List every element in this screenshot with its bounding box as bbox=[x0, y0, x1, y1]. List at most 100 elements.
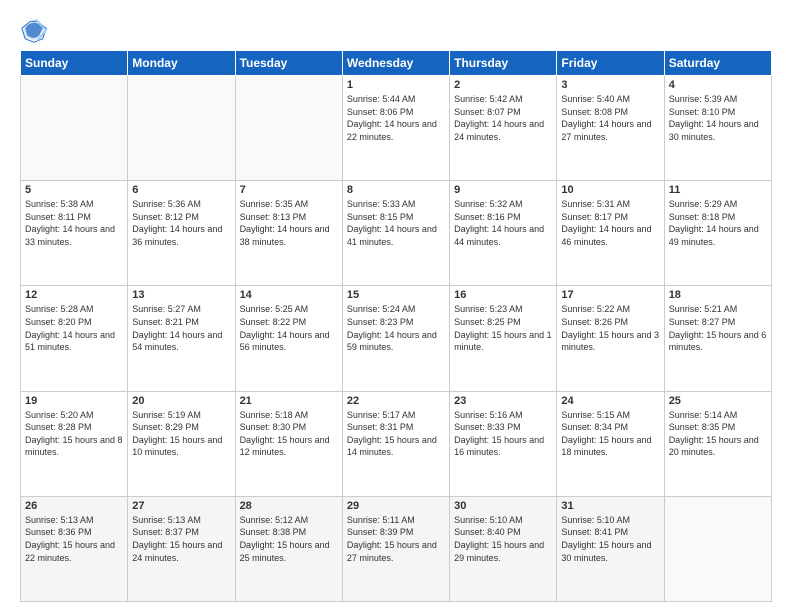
calendar-week-row: 12 Sunrise: 5:28 AMSunset: 8:20 PMDayligh… bbox=[21, 286, 772, 391]
calendar-cell: 9 Sunrise: 5:32 AMSunset: 8:16 PMDaylight… bbox=[450, 181, 557, 286]
day-number: 29 bbox=[347, 500, 445, 512]
day-number: 23 bbox=[454, 395, 552, 407]
calendar-header-sunday: Sunday bbox=[21, 51, 128, 76]
calendar-cell: 6 Sunrise: 5:36 AMSunset: 8:12 PMDaylight… bbox=[128, 181, 235, 286]
calendar-cell: 30 Sunrise: 5:10 AMSunset: 8:40 PMDayligh… bbox=[450, 496, 557, 601]
calendar-cell: 11 Sunrise: 5:29 AMSunset: 8:18 PMDayligh… bbox=[664, 181, 771, 286]
calendar-cell bbox=[21, 76, 128, 181]
day-number: 15 bbox=[347, 289, 445, 301]
calendar-cell: 2 Sunrise: 5:42 AMSunset: 8:07 PMDaylight… bbox=[450, 76, 557, 181]
day-info: Sunrise: 5:36 AMSunset: 8:12 PMDaylight:… bbox=[132, 198, 230, 248]
day-number: 17 bbox=[561, 289, 659, 301]
day-info: Sunrise: 5:10 AMSunset: 8:41 PMDaylight:… bbox=[561, 514, 659, 564]
day-info: Sunrise: 5:18 AMSunset: 8:30 PMDaylight:… bbox=[240, 409, 338, 459]
calendar-cell: 5 Sunrise: 5:38 AMSunset: 8:11 PMDaylight… bbox=[21, 181, 128, 286]
day-info: Sunrise: 5:31 AMSunset: 8:17 PMDaylight:… bbox=[561, 198, 659, 248]
calendar-cell: 17 Sunrise: 5:22 AMSunset: 8:26 PMDayligh… bbox=[557, 286, 664, 391]
day-number: 4 bbox=[669, 79, 767, 91]
calendar-cell: 19 Sunrise: 5:20 AMSunset: 8:28 PMDayligh… bbox=[21, 391, 128, 496]
day-info: Sunrise: 5:44 AMSunset: 8:06 PMDaylight:… bbox=[347, 93, 445, 143]
calendar-cell: 25 Sunrise: 5:14 AMSunset: 8:35 PMDayligh… bbox=[664, 391, 771, 496]
day-number: 7 bbox=[240, 184, 338, 196]
day-info: Sunrise: 5:42 AMSunset: 8:07 PMDaylight:… bbox=[454, 93, 552, 143]
day-info: Sunrise: 5:13 AMSunset: 8:36 PMDaylight:… bbox=[25, 514, 123, 564]
calendar-header-row: SundayMondayTuesdayWednesdayThursdayFrid… bbox=[21, 51, 772, 76]
day-info: Sunrise: 5:11 AMSunset: 8:39 PMDaylight:… bbox=[347, 514, 445, 564]
day-number: 5 bbox=[25, 184, 123, 196]
logo bbox=[20, 16, 52, 44]
calendar-cell bbox=[664, 496, 771, 601]
day-number: 25 bbox=[669, 395, 767, 407]
calendar-cell: 29 Sunrise: 5:11 AMSunset: 8:39 PMDayligh… bbox=[342, 496, 449, 601]
day-info: Sunrise: 5:25 AMSunset: 8:22 PMDaylight:… bbox=[240, 303, 338, 353]
calendar-cell: 24 Sunrise: 5:15 AMSunset: 8:34 PMDayligh… bbox=[557, 391, 664, 496]
day-info: Sunrise: 5:28 AMSunset: 8:20 PMDaylight:… bbox=[25, 303, 123, 353]
calendar-cell: 3 Sunrise: 5:40 AMSunset: 8:08 PMDaylight… bbox=[557, 76, 664, 181]
calendar-week-row: 19 Sunrise: 5:20 AMSunset: 8:28 PMDayligh… bbox=[21, 391, 772, 496]
day-number: 6 bbox=[132, 184, 230, 196]
calendar-cell: 1 Sunrise: 5:44 AMSunset: 8:06 PMDaylight… bbox=[342, 76, 449, 181]
calendar-cell: 12 Sunrise: 5:28 AMSunset: 8:20 PMDayligh… bbox=[21, 286, 128, 391]
day-info: Sunrise: 5:29 AMSunset: 8:18 PMDaylight:… bbox=[669, 198, 767, 248]
day-info: Sunrise: 5:35 AMSunset: 8:13 PMDaylight:… bbox=[240, 198, 338, 248]
calendar-header-monday: Monday bbox=[128, 51, 235, 76]
day-info: Sunrise: 5:40 AMSunset: 8:08 PMDaylight:… bbox=[561, 93, 659, 143]
calendar-cell: 20Sunrise: 5:19 AMSunset: 8:29 PMDayligh… bbox=[128, 391, 235, 496]
calendar-cell: 31Sunrise: 5:10 AMSunset: 8:41 PMDayligh… bbox=[557, 496, 664, 601]
calendar-cell: 26 Sunrise: 5:13 AMSunset: 8:36 PMDayligh… bbox=[21, 496, 128, 601]
calendar-cell: 27Sunrise: 5:13 AMSunset: 8:37 PMDayligh… bbox=[128, 496, 235, 601]
day-number: 28 bbox=[240, 500, 338, 512]
calendar-week-row: 26 Sunrise: 5:13 AMSunset: 8:36 PMDayligh… bbox=[21, 496, 772, 601]
day-number: 19 bbox=[25, 395, 123, 407]
day-info: Sunrise: 5:13 AMSunset: 8:37 PMDaylight:… bbox=[132, 514, 230, 564]
day-number: 13 bbox=[132, 289, 230, 301]
day-info: Sunrise: 5:33 AMSunset: 8:15 PMDaylight:… bbox=[347, 198, 445, 248]
day-number: 1 bbox=[347, 79, 445, 91]
calendar-cell: 28Sunrise: 5:12 AMSunset: 8:38 PMDayligh… bbox=[235, 496, 342, 601]
day-number: 9 bbox=[454, 184, 552, 196]
day-number: 12 bbox=[25, 289, 123, 301]
day-info: Sunrise: 5:23 AMSunset: 8:25 PMDaylight:… bbox=[454, 303, 552, 353]
day-number: 18 bbox=[669, 289, 767, 301]
day-info: Sunrise: 5:19 AMSunset: 8:29 PMDaylight:… bbox=[132, 409, 230, 459]
calendar-cell: 4 Sunrise: 5:39 AMSunset: 8:10 PMDaylight… bbox=[664, 76, 771, 181]
day-number: 11 bbox=[669, 184, 767, 196]
day-info: Sunrise: 5:24 AMSunset: 8:23 PMDaylight:… bbox=[347, 303, 445, 353]
day-number: 2 bbox=[454, 79, 552, 91]
day-number: 24 bbox=[561, 395, 659, 407]
day-info: Sunrise: 5:39 AMSunset: 8:10 PMDaylight:… bbox=[669, 93, 767, 143]
day-info: Sunrise: 5:15 AMSunset: 8:34 PMDaylight:… bbox=[561, 409, 659, 459]
day-number: 10 bbox=[561, 184, 659, 196]
calendar-cell: 15 Sunrise: 5:24 AMSunset: 8:23 PMDayligh… bbox=[342, 286, 449, 391]
calendar-page: SundayMondayTuesdayWednesdayThursdayFrid… bbox=[0, 0, 792, 612]
calendar-cell: 8 Sunrise: 5:33 AMSunset: 8:15 PMDaylight… bbox=[342, 181, 449, 286]
day-number: 26 bbox=[25, 500, 123, 512]
day-number: 3 bbox=[561, 79, 659, 91]
calendar-cell: 21 Sunrise: 5:18 AMSunset: 8:30 PMDayligh… bbox=[235, 391, 342, 496]
calendar-table: SundayMondayTuesdayWednesdayThursdayFrid… bbox=[20, 50, 772, 602]
day-info: Sunrise: 5:38 AMSunset: 8:11 PMDaylight:… bbox=[25, 198, 123, 248]
day-number: 30 bbox=[454, 500, 552, 512]
calendar-header-friday: Friday bbox=[557, 51, 664, 76]
calendar-week-row: 5 Sunrise: 5:38 AMSunset: 8:11 PMDaylight… bbox=[21, 181, 772, 286]
day-info: Sunrise: 5:16 AMSunset: 8:33 PMDaylight:… bbox=[454, 409, 552, 459]
calendar-cell: 13Sunrise: 5:27 AMSunset: 8:21 PMDayligh… bbox=[128, 286, 235, 391]
day-info: Sunrise: 5:10 AMSunset: 8:40 PMDaylight:… bbox=[454, 514, 552, 564]
calendar-week-row: 1 Sunrise: 5:44 AMSunset: 8:06 PMDaylight… bbox=[21, 76, 772, 181]
calendar-cell: 22Sunrise: 5:17 AMSunset: 8:31 PMDayligh… bbox=[342, 391, 449, 496]
day-number: 14 bbox=[240, 289, 338, 301]
header bbox=[20, 16, 772, 44]
day-info: Sunrise: 5:32 AMSunset: 8:16 PMDaylight:… bbox=[454, 198, 552, 248]
day-info: Sunrise: 5:22 AMSunset: 8:26 PMDaylight:… bbox=[561, 303, 659, 353]
calendar-cell: 14 Sunrise: 5:25 AMSunset: 8:22 PMDayligh… bbox=[235, 286, 342, 391]
calendar-cell bbox=[235, 76, 342, 181]
calendar-header-saturday: Saturday bbox=[664, 51, 771, 76]
day-info: Sunrise: 5:14 AMSunset: 8:35 PMDaylight:… bbox=[669, 409, 767, 459]
day-number: 21 bbox=[240, 395, 338, 407]
day-info: Sunrise: 5:20 AMSunset: 8:28 PMDaylight:… bbox=[25, 409, 123, 459]
calendar-header-wednesday: Wednesday bbox=[342, 51, 449, 76]
calendar-cell: 16Sunrise: 5:23 AMSunset: 8:25 PMDayligh… bbox=[450, 286, 557, 391]
calendar-header-thursday: Thursday bbox=[450, 51, 557, 76]
day-number: 8 bbox=[347, 184, 445, 196]
calendar-cell: 23 Sunrise: 5:16 AMSunset: 8:33 PMDayligh… bbox=[450, 391, 557, 496]
